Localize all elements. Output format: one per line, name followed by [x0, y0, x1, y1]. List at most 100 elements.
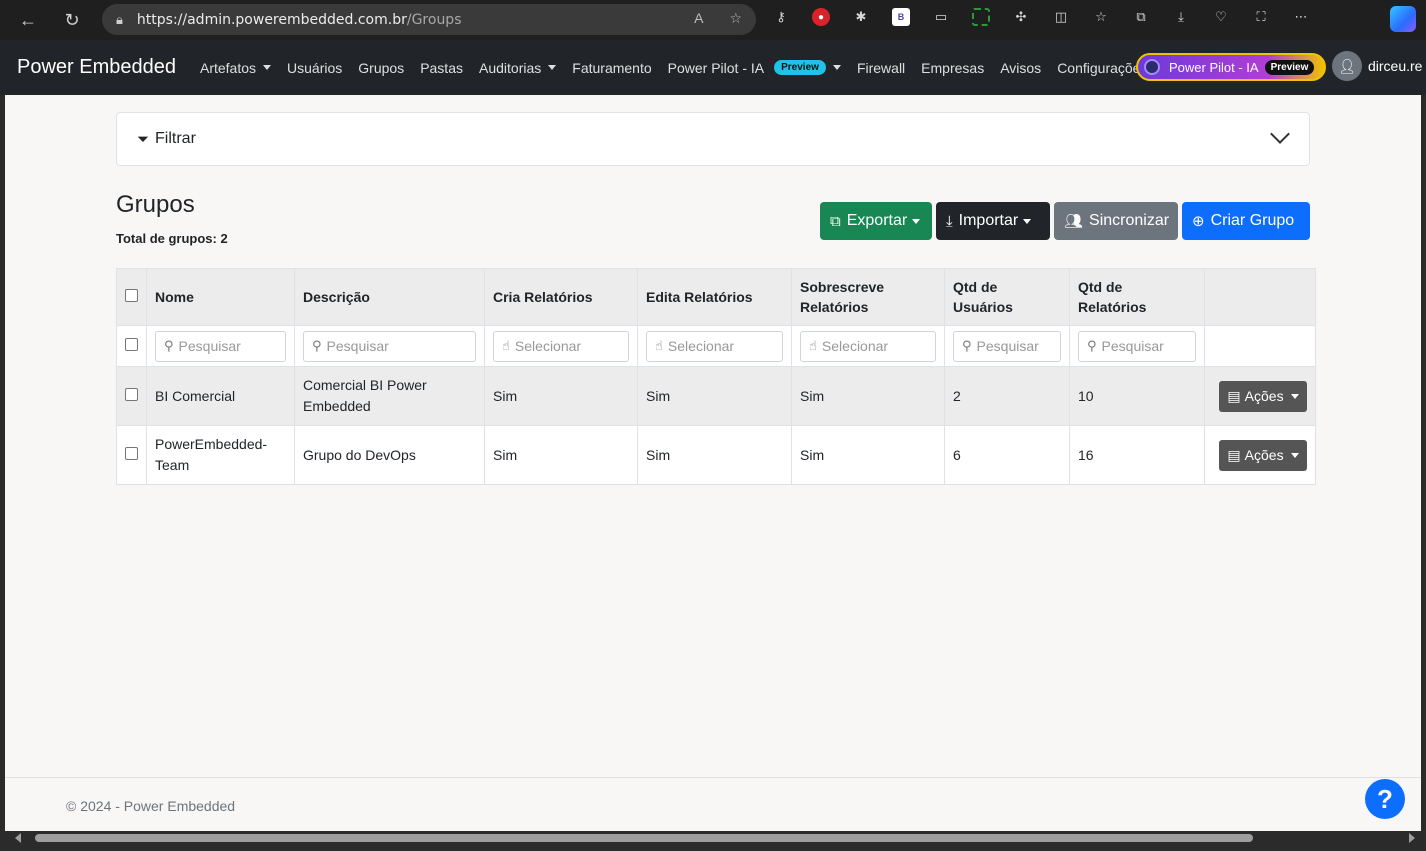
nav-item-configuracoes[interactable]: Configurações [1057, 60, 1147, 76]
col-descricao[interactable]: Descrição [294, 268, 485, 326]
nav-item-usuarios[interactable]: Usuários [287, 60, 342, 76]
create-group-button[interactable]: ⊕ Criar Grupo [1182, 202, 1310, 240]
nav-item-firewall[interactable]: Firewall [857, 60, 905, 76]
cell-cria: Sim [484, 425, 638, 485]
user-menu[interactable]: 👤︎ dirceu.re [1332, 51, 1422, 81]
cell-sobrescreve: Sim [791, 366, 945, 426]
download-icon: ⤓ [946, 212, 953, 230]
extension-key-icon[interactable]: ⚷ [772, 8, 790, 26]
col-edita-relatorios[interactable]: Edita Relatórios [637, 268, 792, 326]
select-all-checkbox[interactable] [125, 289, 138, 302]
power-pilot-button[interactable]: Power Pilot - IA Preview [1136, 53, 1326, 81]
search-icon: ⚲ [1087, 338, 1097, 353]
footer-copyright: © 2024 - Power Embedded [66, 798, 236, 814]
search-icon: ⚲ [164, 338, 174, 353]
col-qtd-usuarios[interactable]: Qtd de Usuários [944, 268, 1070, 326]
table-row: BI Comercial Comercial BI Power Embedded… [116, 366, 1316, 426]
collections-icon[interactable]: ⧉ [1132, 8, 1150, 26]
nav-item-pastas[interactable]: Pastas [420, 60, 463, 76]
external-link-icon: ⧉ [830, 212, 841, 230]
filter-checkbox[interactable] [125, 338, 138, 351]
preview-badge: Preview [1264, 59, 1315, 75]
cell-nome: PowerEmbedded-Team [146, 425, 295, 485]
cell-qtd-relatorios: 10 [1069, 366, 1205, 426]
nav-item-auditorias[interactable]: Auditorias [479, 60, 557, 76]
hand-pointer-icon: ☝︎ [809, 338, 817, 353]
acoes-button[interactable]: ▤ Ações [1219, 439, 1307, 471]
cell-edita: Sim [637, 425, 792, 485]
nav-item-power-pilot[interactable]: Power Pilot - IA Preview [668, 60, 841, 76]
cell-nome: BI Comercial [146, 366, 295, 426]
select-cria-relatorios[interactable]: ☝︎ Selecionar [493, 330, 629, 362]
extension-b-icon[interactable]: B [892, 8, 910, 26]
user-avatar-icon: 👤︎ [1332, 51, 1362, 81]
address-bar[interactable]: 🔒︎ https://admin.powerembedded.com.br/Gr… [102, 4, 756, 35]
search-input-qtd-relatorios[interactable]: ⚲ Pesquisar [1078, 330, 1196, 362]
filter-label: Filtrar [155, 130, 196, 147]
search-input-descricao[interactable]: ⚲ Pesquisar [303, 330, 476, 362]
copilot-icon[interactable] [1390, 6, 1416, 32]
row-checkbox[interactable] [125, 388, 138, 401]
search-input-qtd-usuarios[interactable]: ⚲ Pesquisar [953, 330, 1061, 362]
health-icon[interactable]: ♡ [1212, 8, 1230, 26]
select-edita-relatorios[interactable]: ☝︎ Selecionar [646, 330, 783, 362]
col-qtd-relatorios[interactable]: Qtd de Relatórios [1069, 268, 1205, 326]
search-icon: ⚲ [312, 338, 322, 353]
cell-qtd-relatorios: 16 [1069, 425, 1205, 485]
list-icon: ▤ [1227, 387, 1241, 404]
hand-pointer-icon: ☝︎ [502, 338, 510, 353]
page-title: Grupos [116, 191, 195, 218]
preview-badge: Preview [774, 60, 826, 75]
col-sobrescreve-relatorios[interactable]: Sobrescreve Relatórios [791, 268, 945, 326]
scrollbar-thumb[interactable] [35, 834, 1253, 842]
extensions-puzzle-icon[interactable]: ✣ [1012, 8, 1030, 26]
nav-item-faturamento[interactable]: Faturamento [572, 60, 651, 76]
read-aloud-icon[interactable]: A [694, 10, 703, 27]
chevron-down-icon[interactable] [1270, 124, 1290, 144]
nav-item-artefatos[interactable]: Artefatos [200, 60, 272, 76]
refresh-icon[interactable]: ↻ [56, 4, 88, 36]
sync-button[interactable]: 👥︎ Sincronizar [1054, 202, 1178, 240]
extension-red-icon[interactable]: ● [812, 8, 830, 26]
export-button[interactable]: ⧉ Exportar [820, 202, 932, 240]
downloads-icon[interactable]: ⤓ [1172, 8, 1190, 26]
favorites-icon[interactable]: ☆ [1092, 8, 1110, 26]
people-icon: 👥︎ [1064, 213, 1084, 230]
nav-item-empresas[interactable]: Empresas [921, 60, 984, 76]
table-header-row: Nome Descrição Cria Relatórios Edita Rel… [116, 268, 1316, 326]
power-pilot-label: Power Pilot - IA [1169, 59, 1259, 75]
col-cria-relatorios[interactable]: Cria Relatórios [484, 268, 638, 326]
screenshot-icon[interactable]: ⛶ [1252, 8, 1270, 26]
extension-capture-icon[interactable] [972, 8, 990, 26]
help-button[interactable]: ? [1365, 779, 1405, 819]
split-screen-icon[interactable]: ◫ [1052, 8, 1070, 26]
row-checkbox[interactable] [125, 447, 138, 460]
chevron-down-icon [1290, 393, 1299, 399]
chevron-down-icon [912, 218, 921, 224]
brand-logo[interactable]: Power Embedded [17, 56, 176, 79]
back-icon[interactable]: ← [12, 4, 44, 36]
funnel-icon: ⏷ [137, 130, 150, 148]
list-icon: ▤ [1227, 446, 1241, 463]
import-button[interactable]: ⤓ Importar [936, 202, 1050, 240]
table-row: PowerEmbedded-Team Grupo do DevOps Sim S… [116, 425, 1316, 485]
acoes-button[interactable]: ▤ Ações [1219, 380, 1307, 412]
col-acoes [1204, 268, 1316, 326]
nav-item-grupos[interactable]: Grupos [358, 60, 404, 76]
col-nome[interactable]: Nome [146, 268, 295, 326]
cell-qtd-usuarios: 6 [944, 425, 1070, 485]
extension-bug-icon[interactable]: ✱ [852, 8, 870, 26]
filter-panel[interactable]: ⏷ Filtrar [116, 112, 1310, 166]
cell-sobrescreve: Sim [791, 425, 945, 485]
horizontal-scrollbar[interactable] [5, 831, 1421, 845]
search-input-nome[interactable]: ⚲ Pesquisar [155, 330, 286, 362]
user-name: dirceu.re [1368, 58, 1423, 74]
scroll-left-icon[interactable] [15, 833, 21, 843]
nav-item-avisos[interactable]: Avisos [1000, 60, 1041, 76]
scroll-right-icon[interactable] [1409, 833, 1415, 843]
menu-dots-icon[interactable]: ⋯ [1292, 8, 1310, 26]
cell-qtd-usuarios: 2 [944, 366, 1070, 426]
extension-glasses-icon[interactable]: ▭ [932, 8, 950, 26]
select-sobrescreve-relatorios[interactable]: ☝︎ Selecionar [800, 330, 936, 362]
favorite-star-icon[interactable]: ☆ [729, 10, 742, 27]
